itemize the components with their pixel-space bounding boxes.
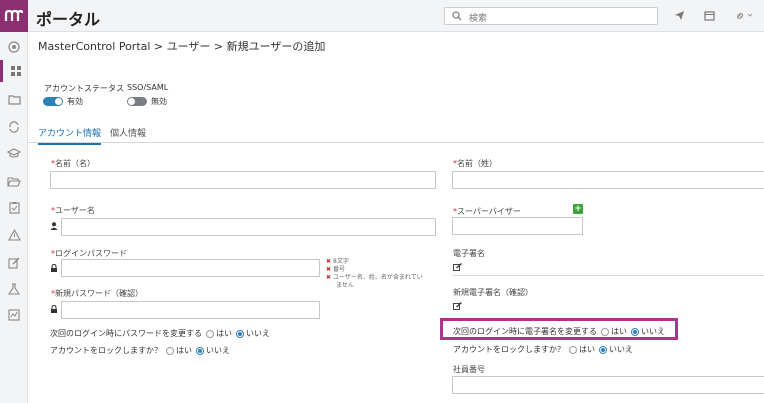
password-rule: ✖ 8文字 xyxy=(326,258,349,265)
add-supervisor-button[interactable]: + xyxy=(573,204,583,214)
no-label: いいえ xyxy=(641,327,665,336)
sidebar-item-dashboard[interactable] xyxy=(0,60,28,82)
supervisor-input[interactable] xyxy=(452,217,583,235)
yes-label: はい xyxy=(611,327,627,336)
open-folder-icon xyxy=(7,176,21,187)
account-status-value: 有効 xyxy=(67,97,83,106)
folder-icon xyxy=(7,94,21,105)
tab-bar: アカウント情報 個人情報 xyxy=(28,124,764,145)
breadcrumb: MasterControl Portal > ユーザー > 新規ユーザーの追加 xyxy=(38,40,326,53)
change-password-question: 次回のログイン時にパスワードを変更する xyxy=(50,329,202,338)
no-label: いいえ xyxy=(609,345,633,354)
sso-saml-toggle[interactable] xyxy=(127,97,147,106)
report-icon xyxy=(8,309,20,321)
sidebar-item-flask[interactable] xyxy=(0,278,28,300)
calendar-icon[interactable] xyxy=(704,10,715,23)
no-label: いいえ xyxy=(246,329,270,338)
sso-saml-value: 無効 xyxy=(151,97,167,106)
app-title: ポータル xyxy=(36,10,101,29)
lock-account-question: アカウントをロックしますか？ xyxy=(50,346,162,355)
password-rule: ✖ ユーザー名、姓、名が含まれてい xyxy=(326,274,423,281)
sidebar-item-clipboard[interactable] xyxy=(0,196,28,218)
change-esignature-yes-radio[interactable] xyxy=(601,327,609,336)
edit-icon[interactable] xyxy=(453,302,462,312)
lock-account-no-radio[interactable] xyxy=(196,346,204,355)
user-icon xyxy=(50,222,58,232)
search-icon xyxy=(452,11,462,21)
tab-personal-info[interactable]: 個人情報 xyxy=(110,126,146,143)
sidebar-item-training[interactable] xyxy=(0,142,28,164)
app-logo[interactable] xyxy=(0,0,28,32)
sidebar-item-alert[interactable] xyxy=(0,224,28,246)
search-placeholder: 検索 xyxy=(469,14,488,24)
username-label: *ユーザー名 xyxy=(51,206,95,215)
password-rule: ✖ 番号 xyxy=(326,266,346,273)
sidebar-item-reports[interactable] xyxy=(0,304,28,326)
account-status-toggle[interactable] xyxy=(43,97,63,106)
yes-label: はい xyxy=(176,346,192,355)
password-rule-continued: ません xyxy=(336,282,354,289)
password-rules: ✖ 8文字 ✖ 番号 ✖ ユーザー名、姓、名が含まれてい ません xyxy=(326,258,423,290)
edit-icon[interactable] xyxy=(453,263,462,273)
sidebar-item-sync[interactable] xyxy=(0,116,28,138)
mastercontrol-logo-icon xyxy=(4,9,24,21)
sidebar-item-open-folder[interactable] xyxy=(0,170,28,192)
lock-icon xyxy=(50,304,58,315)
employee-number-input[interactable] xyxy=(452,376,764,394)
top-bar: ポータル 検索 xyxy=(0,0,764,32)
dashboard-icon xyxy=(10,66,21,76)
lock-account-question: アカウントをロックしますか？ xyxy=(453,345,565,354)
lock-account-no-radio[interactable] xyxy=(599,345,607,354)
yes-label: はい xyxy=(579,345,595,354)
change-esignature-question: 次回のログイン時に電子署名を変更する xyxy=(453,327,597,336)
warning-icon xyxy=(7,229,21,241)
flask-icon xyxy=(8,283,20,295)
new-esignature-confirm-label: 新規電子署名（確認） xyxy=(453,288,533,297)
sidebar-item-edit[interactable] xyxy=(0,252,28,274)
lock-account-option-right: アカウントをロックしますか？ はい いいえ xyxy=(453,344,633,355)
first-name-input[interactable] xyxy=(50,171,436,189)
esignature-label: 電子署名 xyxy=(453,249,485,258)
home-circle-icon xyxy=(8,41,20,53)
change-esignature-no-radio[interactable] xyxy=(631,327,639,336)
yes-label: はい xyxy=(216,329,232,338)
search-input[interactable]: 検索 xyxy=(444,7,658,25)
change-password-yes-radio[interactable] xyxy=(206,329,214,338)
account-status-label: アカウントステータス xyxy=(44,84,124,93)
sso-saml-label: SSO/SAML xyxy=(127,83,169,92)
employee-number-label: 社員番号 xyxy=(453,365,485,374)
clipboard-icon xyxy=(8,201,20,214)
change-password-no-radio[interactable] xyxy=(236,329,244,338)
new-password-confirm-label: *新規パスワード（確認） xyxy=(51,289,143,298)
new-password-confirm-input[interactable] xyxy=(61,301,320,319)
link-dropdown-icon[interactable] xyxy=(736,10,754,23)
sidebar-item-folder[interactable] xyxy=(0,88,28,110)
lock-account-yes-radio[interactable] xyxy=(166,346,174,355)
sidebar xyxy=(0,32,28,403)
esignature-divider xyxy=(452,275,764,276)
first-name-label: *名前（名） xyxy=(51,159,95,168)
change-esignature-option: 次回のログイン時に電子署名を変更する はい いいえ xyxy=(453,326,665,337)
lock-account-option: アカウントをロックしますか？ はい いいえ xyxy=(50,345,230,356)
send-icon[interactable] xyxy=(674,10,685,23)
change-password-option: 次回のログイン時にパスワードを変更する はい いいえ xyxy=(50,328,270,339)
login-password-input[interactable] xyxy=(61,259,320,277)
sidebar-item-home[interactable] xyxy=(0,36,28,58)
supervisor-label: *スーパーバイザー xyxy=(453,207,521,216)
lock-account-yes-radio[interactable] xyxy=(569,345,577,354)
login-password-label: *ログインパスワード xyxy=(51,249,127,258)
no-label: いいえ xyxy=(206,346,230,355)
lock-icon xyxy=(50,263,58,274)
username-input[interactable] xyxy=(61,218,436,236)
graduation-cap-icon xyxy=(7,147,21,158)
sync-icon xyxy=(9,121,19,133)
tab-account-info[interactable]: アカウント情報 xyxy=(38,126,102,145)
edit-icon xyxy=(8,257,20,269)
last-name-input[interactable] xyxy=(452,171,764,189)
last-name-label: *名前（姓） xyxy=(453,159,497,168)
